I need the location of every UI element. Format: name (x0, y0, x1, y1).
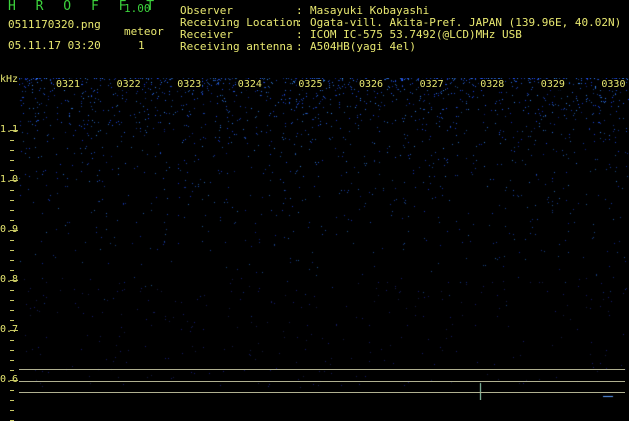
axis-tick-mark (10, 210, 14, 211)
axis-tick-mark (10, 130, 18, 131)
axis-tick-mark (10, 310, 14, 311)
minute-label: 0327 (418, 79, 445, 90)
axis-tick-mark (10, 370, 14, 371)
minute-label: 0328 (479, 79, 506, 90)
axis-tick-mark (10, 150, 14, 151)
meteor-label: meteor (124, 25, 164, 38)
axis-tick-mark (10, 180, 18, 181)
minute-label: 0330 (600, 79, 627, 90)
axis-tick-mark (10, 160, 14, 161)
axis-tick-mark (10, 340, 14, 341)
meteor-count: 1 (138, 39, 145, 52)
axis-tick-mark (10, 360, 14, 361)
axis-tick-mark (10, 330, 18, 331)
axis-tick-mark (10, 390, 14, 391)
axis-tick-mark (10, 190, 14, 191)
axis-tick-mark (10, 280, 18, 281)
info-value: A504HB(yagi 4el) (310, 40, 416, 53)
reference-line (19, 392, 625, 393)
axis-tick-mark (10, 200, 14, 201)
filename: 0511170320.png (8, 18, 101, 31)
info-colon: : (296, 40, 303, 53)
app-version: 1.00 (124, 2, 151, 15)
timestamp: 05.11.17 03:20 (8, 39, 101, 52)
minute-label: 0325 (297, 79, 324, 90)
axis-tick-mark (10, 220, 14, 221)
axis-tick-mark (10, 290, 14, 291)
axis-tick-mark (10, 140, 14, 141)
minute-label: 0326 (358, 79, 385, 90)
axis-tick-mark (10, 250, 14, 251)
axis-tick-mark (10, 410, 14, 411)
info-antenna: Receiving antenna: A504HB(yagi 4el) (180, 41, 416, 53)
reference-line (19, 381, 625, 382)
axis-tick-mark (10, 380, 18, 381)
axis-tick-mark (10, 350, 14, 351)
axis-tick-mark (10, 260, 14, 261)
axis-tick-mark (10, 170, 14, 171)
minute-label: 0322 (115, 79, 142, 90)
axis-tick-mark (10, 320, 14, 321)
axis-tick-mark (10, 270, 14, 271)
frequency-axis: 1.11.00.90.80.70.6 (0, 70, 20, 421)
axis-tick-mark (10, 400, 14, 401)
info-key: Receiving antenna (180, 40, 293, 53)
spectrogram (19, 78, 629, 400)
reference-line (19, 369, 625, 370)
axis-tick-mark (10, 240, 14, 241)
minute-label: 0329 (539, 79, 566, 90)
minute-label: 0324 (236, 79, 263, 90)
minute-label: 0321 (55, 79, 82, 90)
axis-tick-mark (10, 300, 14, 301)
axis-tick-mark (10, 230, 18, 231)
minute-label: 0323 (176, 79, 203, 90)
